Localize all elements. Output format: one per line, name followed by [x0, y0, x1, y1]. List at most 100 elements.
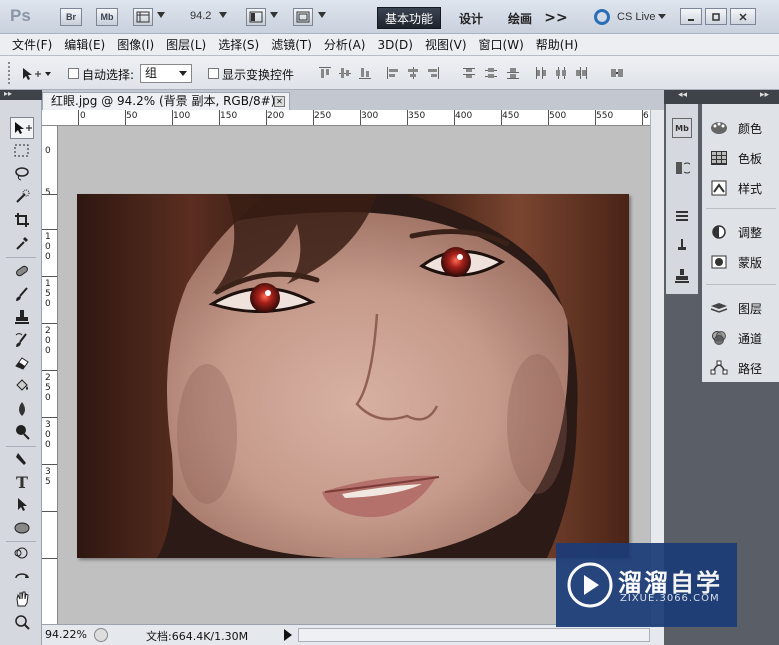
options-grip[interactable] [8, 62, 12, 84]
view-extras-icon[interactable] [133, 8, 153, 26]
panel-dock-header[interactable]: ▸▸ [700, 90, 779, 104]
workspace-painting-button[interactable]: 绘画 [500, 7, 540, 29]
workspace-design-button[interactable]: 设计 [451, 7, 491, 29]
path-selection-tool-icon[interactable] [10, 494, 34, 516]
menu-layer[interactable]: 图层(L) [160, 36, 212, 53]
align-top-icon[interactable] [318, 66, 332, 80]
minimize-button[interactable] [680, 8, 702, 25]
menu-filter[interactable]: 滤镜(T) [265, 36, 318, 53]
workspace-essentials-button[interactable]: 基本功能 [377, 7, 441, 29]
clone-stamp-tool-icon[interactable] [10, 306, 34, 328]
document-image[interactable] [77, 194, 629, 558]
marquee-tool-icon[interactable] [10, 140, 34, 162]
distribute-top-icon[interactable] [462, 66, 476, 80]
align-vertical-center-icon[interactable] [338, 66, 352, 80]
auto-select-checkbox[interactable] [68, 68, 79, 79]
ellipse-tool-icon[interactable] [10, 517, 34, 539]
styles-panel-tab[interactable]: 样式 [702, 174, 779, 202]
watermark-badge: 溜溜自学 ZIXUE.3066.COM [556, 543, 737, 627]
align-horizontal-center-icon[interactable] [406, 66, 420, 80]
align-right-icon[interactable] [426, 66, 440, 80]
mini-bridge-panel-icon[interactable]: Mb [672, 118, 692, 138]
paint-bucket-tool-icon[interactable] [10, 375, 34, 397]
color-panel-tab[interactable]: 颜色 [702, 114, 779, 142]
mini-bridge-button[interactable]: Mb [96, 8, 118, 26]
eraser-tool-icon[interactable] [10, 352, 34, 374]
distribute-left-icon[interactable] [534, 66, 548, 80]
quick-selection-tool-icon[interactable] [10, 186, 34, 208]
masks-panel-tab[interactable]: 蒙版 [702, 248, 779, 276]
menu-analysis[interactable]: 分析(A) [318, 36, 372, 53]
tools-panel-header[interactable]: ▸▸ [0, 89, 42, 100]
menu-window[interactable]: 窗口(W) [473, 36, 530, 53]
hand-tool-icon[interactable] [10, 588, 34, 610]
distribute-vertical-center-icon[interactable] [484, 66, 498, 80]
blur-tool-icon[interactable] [10, 398, 34, 420]
arrange-chevron-down-icon[interactable] [270, 12, 278, 18]
dodge-tool-icon[interactable] [10, 421, 34, 443]
vertical-ruler[interactable]: 0 5 1 0 0 1 5 0 2 0 0 2 5 0 3 0 0 3 5 [42, 126, 58, 624]
zoom-percentage-field[interactable]: 94.22% [45, 628, 87, 641]
properties-panel-icon[interactable] [672, 206, 692, 226]
more-workspaces-icon[interactable]: >> [544, 7, 568, 29]
auto-select-dropdown[interactable]: 组 [140, 64, 192, 83]
document-tab-title: 红眼.jpg @ 94.2% (背景 副本, RGB/8#) * [51, 94, 286, 108]
type-tool-icon[interactable]: T [10, 471, 34, 493]
close-button[interactable] [730, 8, 756, 25]
healing-brush-tool-icon[interactable] [10, 260, 34, 282]
history-panel-icon[interactable] [672, 158, 692, 178]
adjustments-panel-tab[interactable]: 调整 [702, 218, 779, 246]
arrange-documents-icon[interactable] [246, 8, 266, 26]
horizontal-ruler[interactable]: 0 50 100 150 200 250 300 350 400 450 500… [42, 110, 650, 126]
collapse-chevrons-icon[interactable]: ▸▸ [4, 89, 12, 98]
restore-button[interactable] [705, 8, 727, 25]
menu-edit[interactable]: 编辑(E) [58, 36, 111, 53]
lasso-tool-icon[interactable] [10, 163, 34, 185]
swatches-panel-tab[interactable]: 色板 [702, 144, 779, 172]
menu-select[interactable]: 选择(S) [212, 36, 265, 53]
status-expand-icon[interactable] [284, 629, 292, 641]
collapsed-dock-header[interactable]: ◂◂ [664, 90, 700, 104]
align-left-icon[interactable] [386, 66, 400, 80]
distribute-right-icon[interactable] [574, 66, 588, 80]
auto-align-layers-icon[interactable] [610, 66, 624, 80]
align-bottom-icon[interactable] [358, 66, 372, 80]
history-brush-tool-icon[interactable] [10, 329, 34, 351]
cs-live-chevron-down-icon[interactable] [658, 14, 666, 19]
styles-panel-label: 样式 [738, 181, 763, 196]
cs-live-button[interactable]: CS Live [617, 11, 656, 23]
brush-tool-icon[interactable] [10, 283, 34, 305]
channels-panel-tab[interactable]: 通道 [702, 324, 779, 352]
screen-mode-chevron-down-icon[interactable] [318, 12, 326, 18]
layers-panel-tab[interactable]: 图层 [702, 294, 779, 322]
3d-orbit-tool-icon[interactable] [10, 565, 34, 587]
paths-panel-tab[interactable]: 路径 [702, 354, 779, 382]
menu-help[interactable]: 帮助(H) [530, 36, 584, 53]
zoom-chevron-down-icon[interactable] [219, 12, 227, 18]
menu-file[interactable]: 文件(F) [6, 36, 58, 53]
screen-mode-icon[interactable] [293, 8, 313, 26]
menu-3d[interactable]: 3D(D) [371, 38, 418, 52]
bridge-button[interactable]: Br [60, 8, 82, 26]
status-bar: 94.22% 文档:664.4K/1.30M [42, 624, 664, 645]
zoom-level-field[interactable]: 94.2 [190, 10, 211, 22]
zoom-tool-icon[interactable] [10, 611, 34, 633]
status-menu-icon[interactable] [94, 628, 108, 642]
pen-tool-icon[interactable] [10, 448, 34, 470]
close-tab-icon[interactable]: ✕ [274, 96, 285, 107]
eyedropper-tool-icon[interactable] [10, 232, 34, 254]
distribute-horizontal-center-icon[interactable] [554, 66, 568, 80]
show-transform-checkbox[interactable] [208, 68, 219, 79]
document-tab[interactable]: 红眼.jpg @ 94.2% (背景 副本, RGB/8#) * ✕ [42, 92, 290, 110]
3d-rotate-tool-icon[interactable] [10, 542, 34, 564]
menu-view[interactable]: 视图(V) [419, 36, 473, 53]
brush-presets-panel-icon[interactable] [672, 236, 692, 256]
tool-preset-picker[interactable] [20, 65, 54, 83]
crop-tool-icon[interactable] [10, 209, 34, 231]
move-tool-icon[interactable] [10, 117, 34, 139]
menu-image[interactable]: 图像(I) [111, 36, 160, 53]
view-extras-chevron-down-icon[interactable] [157, 12, 165, 18]
horizontal-scrollbar[interactable] [298, 628, 650, 642]
distribute-bottom-icon[interactable] [506, 66, 520, 80]
clone-source-panel-icon[interactable] [672, 266, 692, 286]
